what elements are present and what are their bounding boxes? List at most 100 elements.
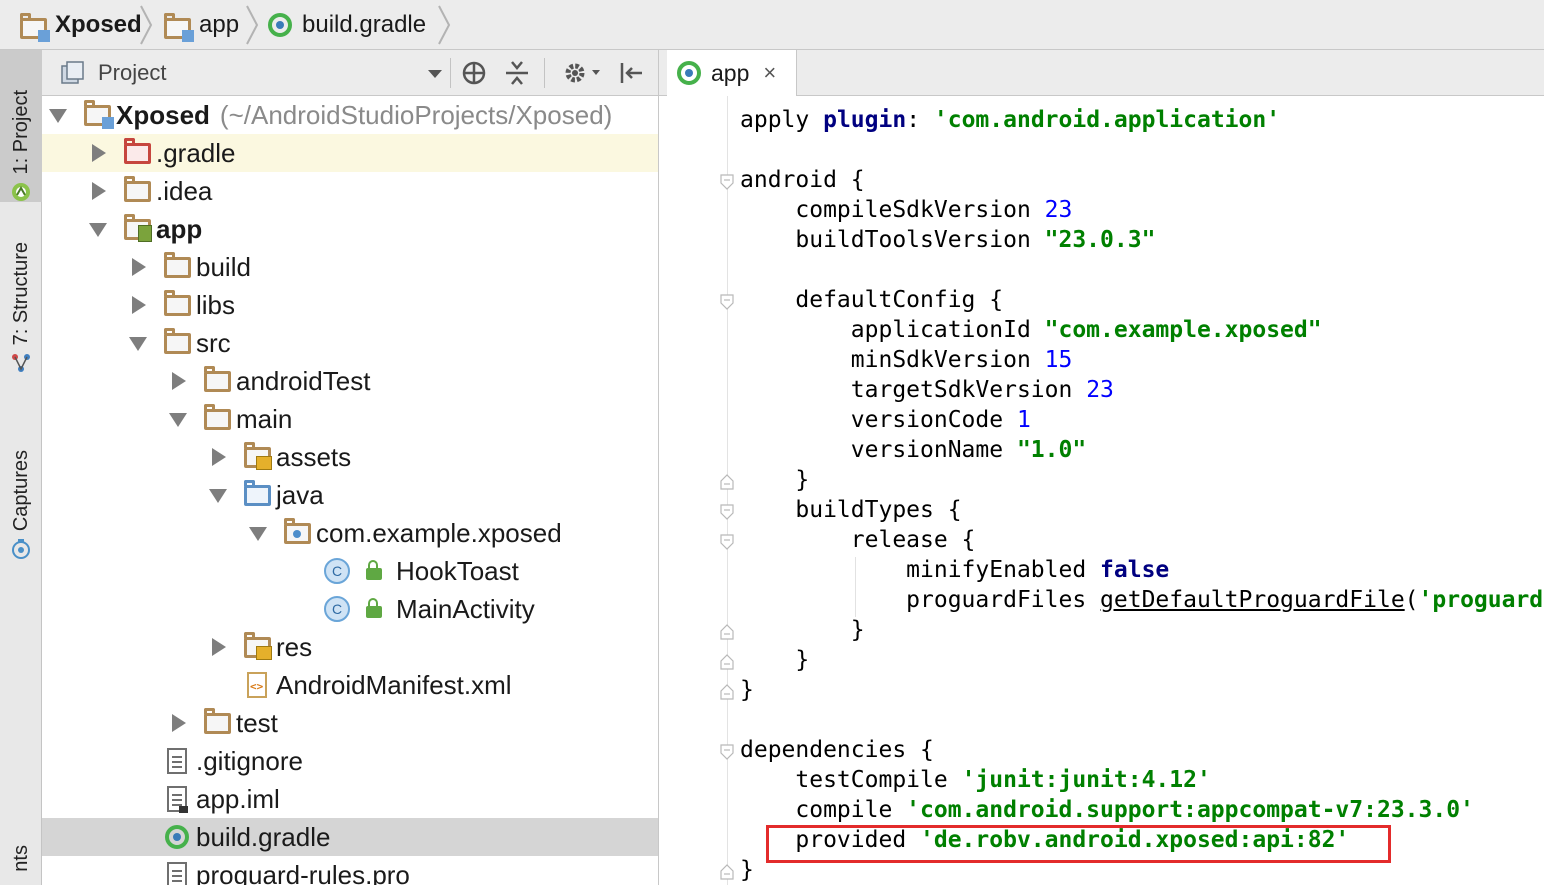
gradle-icon	[162, 822, 192, 852]
breadcrumb-item-app[interactable]: app	[164, 0, 239, 50]
expand-arrow-right-icon[interactable]	[128, 295, 148, 315]
class-icon: C	[322, 594, 352, 624]
expand-arrow-down-icon[interactable]	[88, 219, 108, 239]
tree-item[interactable]: C MainActivity	[42, 590, 658, 628]
project-view-selector[interactable]: Project	[60, 58, 442, 88]
tree-item[interactable]: assets	[42, 438, 658, 476]
iml-file-icon	[162, 784, 192, 814]
expand-arrow-right-icon[interactable]	[128, 257, 148, 277]
code-token: }	[740, 617, 865, 643]
gradle-icon	[268, 13, 292, 37]
code-token: plugin	[823, 107, 907, 133]
expand-arrow-down-icon[interactable]	[48, 105, 68, 125]
breadcrumb-label: Xposed	[55, 11, 142, 38]
code-line: testCompile 'junit:junit:4.12'	[740, 767, 1211, 793]
editor-tab-app[interactable]: app ×	[667, 50, 797, 96]
android-module-icon	[122, 213, 152, 244]
code-token: testCompile	[740, 767, 962, 793]
tree-item[interactable]: build.gradle	[42, 818, 658, 856]
resource-folder-icon	[242, 631, 272, 662]
expand-arrow-right-icon[interactable]	[208, 447, 228, 467]
close-icon[interactable]: ×	[763, 60, 776, 86]
tree-item-label: app	[156, 213, 203, 244]
lock-icon	[366, 598, 382, 618]
editor-tab-bar: app ×	[659, 50, 1544, 96]
code-token: minSdkVersion	[740, 347, 1045, 373]
folder-icon	[122, 175, 152, 206]
tree-item[interactable]: .gitignore	[42, 742, 658, 780]
tree-item-label: app.iml	[196, 783, 280, 814]
expand-arrow-down-icon[interactable]	[128, 333, 148, 353]
tree-item-label: androidTest	[236, 365, 371, 396]
indent-guide	[855, 557, 856, 617]
tree-item[interactable]: build	[42, 248, 658, 286]
project-toolbar: Project	[42, 50, 658, 96]
code-line: proguardFiles getDefaultProguardFile('pr…	[740, 587, 1544, 613]
code-token: 23	[1086, 377, 1114, 403]
code-line: }	[740, 467, 809, 493]
tool-tab-structure[interactable]: 7: Structure	[0, 242, 42, 412]
tree-item[interactable]: app	[42, 210, 658, 248]
code-area[interactable]: apply plugin: 'com.android.application' a…	[659, 96, 1544, 885]
tree-item-label: java	[276, 479, 324, 510]
code-token: release {	[740, 527, 976, 553]
breadcrumb-separator	[140, 5, 153, 45]
tree-item-label: src	[196, 327, 231, 358]
code-token: }	[740, 857, 754, 883]
expand-arrow-right-icon[interactable]	[168, 713, 188, 733]
expand-arrow-down-icon[interactable]	[208, 485, 228, 505]
tree-item[interactable]: proguard-rules.pro	[42, 856, 658, 885]
tree-item-label: proguard-rules.pro	[196, 859, 410, 885]
tree-item[interactable]: main	[42, 400, 658, 438]
tree-item-label: assets	[276, 441, 352, 472]
expand-arrow-right-icon[interactable]	[168, 371, 188, 391]
tree-item[interactable]: .gradle	[42, 134, 658, 172]
expand-arrow-down-icon[interactable]	[248, 523, 268, 543]
expand-arrow-right-icon[interactable]	[88, 181, 108, 201]
class-icon: C	[322, 556, 352, 586]
folder-icon	[202, 365, 232, 396]
locate-icon[interactable]	[461, 60, 487, 86]
project-view-icon	[61, 61, 84, 84]
tree-item[interactable]: app.iml	[42, 780, 658, 818]
code-token: 'junit:junit:4.12'	[961, 767, 1211, 793]
tree-item[interactable]: AndroidManifest.xml	[42, 666, 658, 704]
hide-panel-icon[interactable]	[618, 60, 644, 86]
tree-item[interactable]: libs	[42, 286, 658, 324]
expand-arrow-right-icon[interactable]	[88, 143, 108, 163]
tool-tab-label: 7: Structure	[9, 242, 32, 346]
tool-tab-partial[interactable]: nts	[0, 845, 42, 885]
tree-item[interactable]: Xposed (~/AndroidStudioProjects/Xposed)	[42, 96, 658, 134]
code-token: "1.0"	[1016, 437, 1087, 463]
folder-icon	[162, 289, 192, 320]
folder-icon	[202, 707, 232, 738]
tree-item[interactable]: C HookToast	[42, 552, 658, 590]
tree-item[interactable]: java	[42, 476, 658, 514]
tree-item-path: (~/AndroidStudioProjects/Xposed)	[219, 99, 613, 130]
code-line: }	[740, 857, 754, 883]
folder-icon	[202, 403, 232, 434]
breadcrumb-item-xposed[interactable]: Xposed	[20, 0, 142, 50]
breadcrumb: Xposed app build.gradle	[0, 0, 1544, 50]
tree-item[interactable]: test	[42, 704, 658, 742]
highlight-annotation-box	[766, 825, 1391, 863]
code-token: applicationId	[740, 317, 1045, 343]
captures-icon	[12, 539, 30, 560]
package-icon	[282, 517, 312, 548]
tree-item[interactable]: androidTest	[42, 362, 658, 400]
breadcrumb-item-build-gradle[interactable]: build.gradle	[268, 0, 426, 50]
tree-item[interactable]: com.example.xposed	[42, 514, 658, 552]
tree-item[interactable]: res	[42, 628, 658, 666]
gradle-icon	[677, 61, 701, 85]
tool-tab-project[interactable]: 1: Project	[0, 50, 42, 202]
tool-tab-captures[interactable]: Captures	[0, 450, 42, 590]
tree-item[interactable]: src	[42, 324, 658, 362]
collapse-all-icon[interactable]	[504, 60, 530, 86]
expand-arrow-down-icon[interactable]	[168, 409, 188, 429]
code-line: compileSdkVersion 23	[740, 197, 1072, 223]
tree-item-label: main	[236, 403, 293, 434]
tree-item[interactable]: .idea	[42, 172, 658, 210]
expand-arrow-right-icon[interactable]	[208, 637, 228, 657]
code-token: targetSdkVersion	[740, 377, 1087, 403]
gear-icon[interactable]	[562, 60, 604, 86]
